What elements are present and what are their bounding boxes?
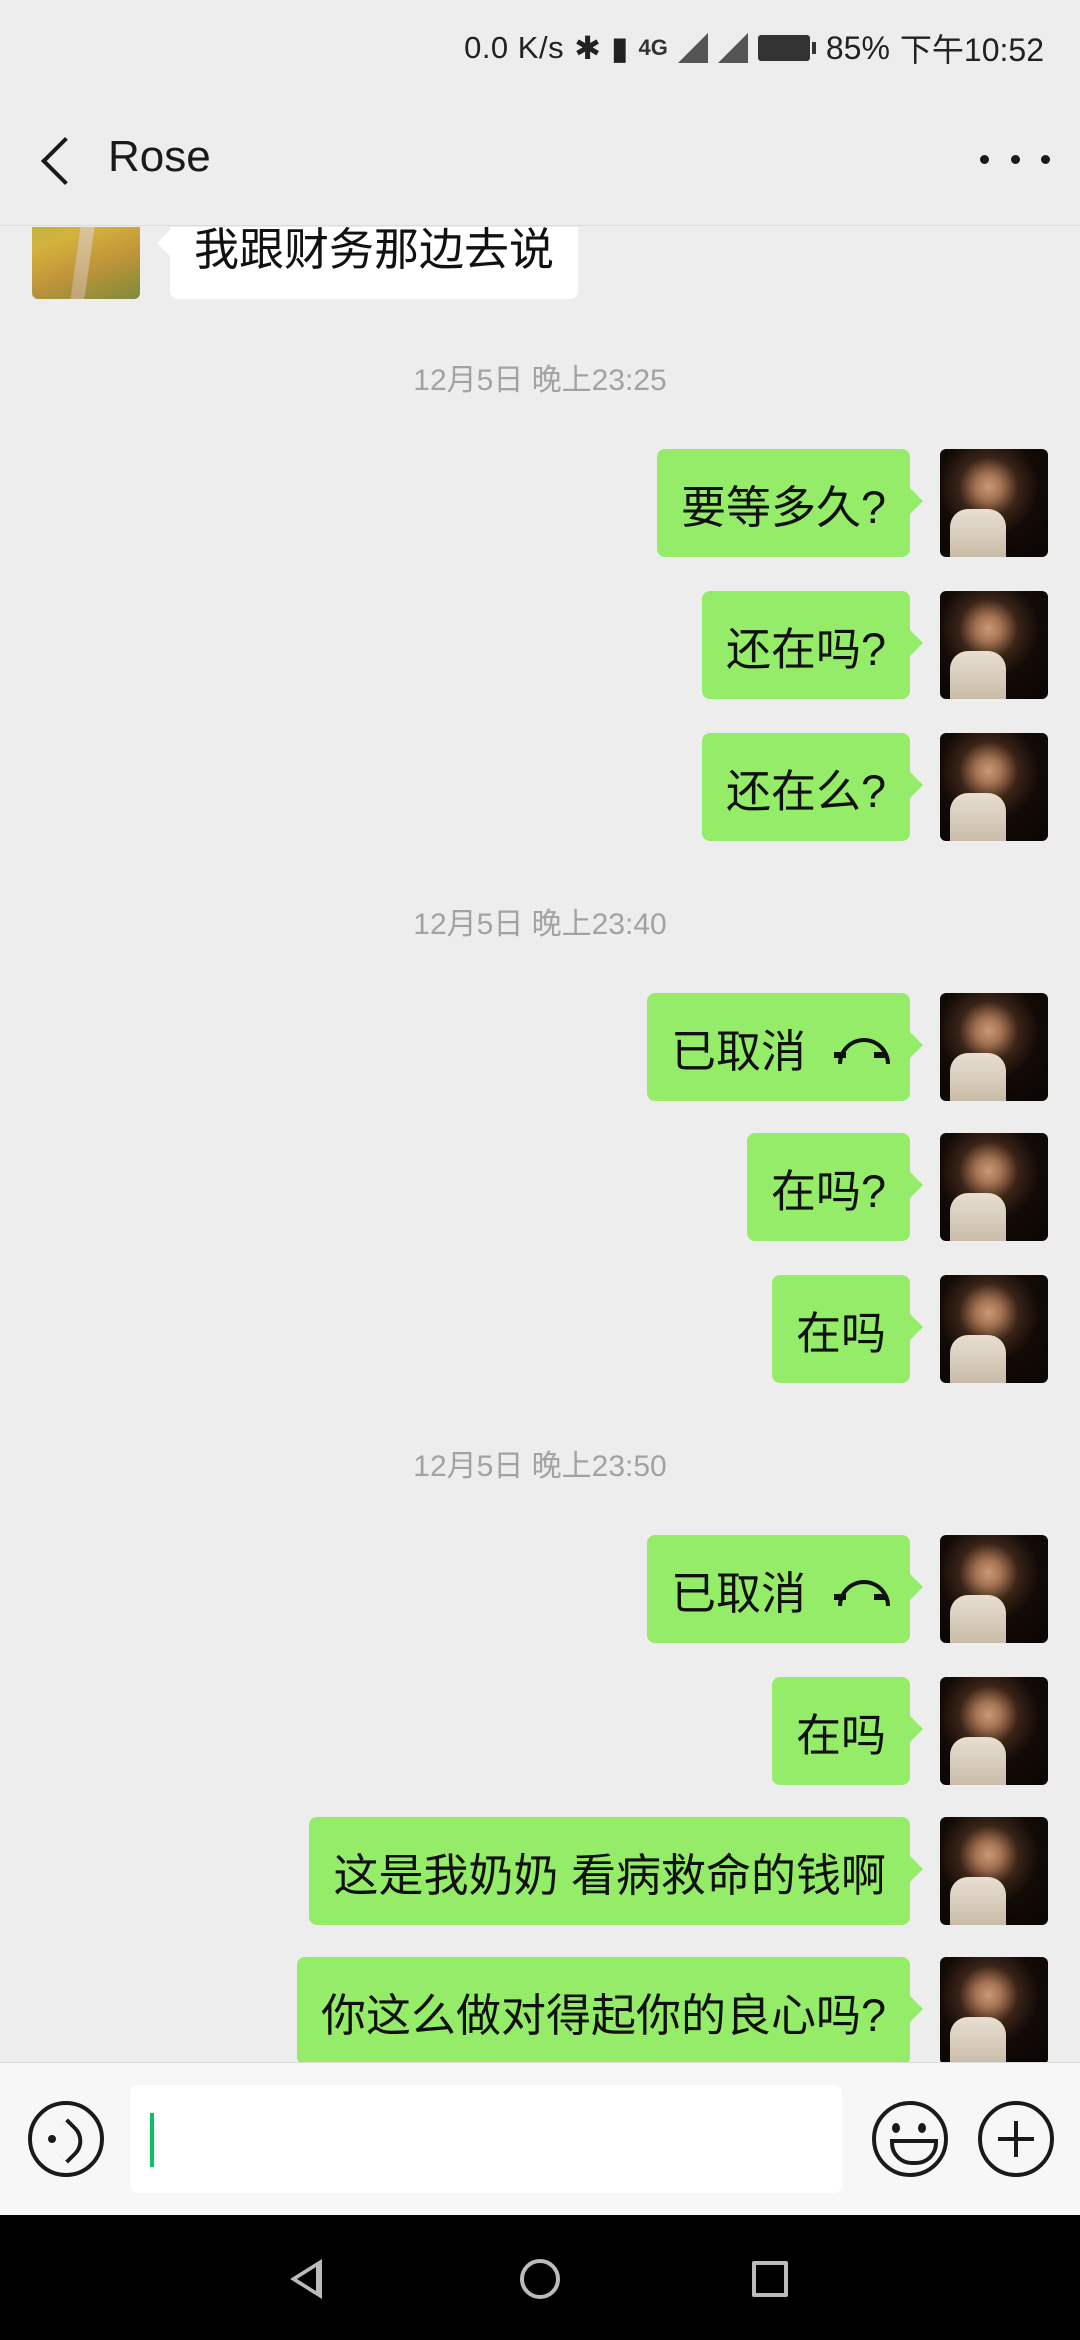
my-avatar[interactable] [940, 1957, 1048, 2062]
battery-level: 85% [825, 29, 890, 66]
vibrate-icon: ▮ [610, 30, 629, 66]
my-avatar[interactable] [940, 993, 1048, 1101]
outgoing-message[interactable]: 还在吗? [701, 591, 924, 699]
more-options-button[interactable] [980, 144, 1050, 174]
outgoing-message[interactable]: 在吗 [771, 1677, 924, 1785]
my-avatar[interactable] [940, 1133, 1048, 1241]
call-cancelled-message[interactable]: 已取消 [646, 993, 924, 1101]
phone-hangup-icon [834, 1034, 890, 1064]
incoming-message[interactable]: 我跟财务那边去说 [156, 227, 579, 299]
back-button[interactable] [30, 134, 80, 190]
my-avatar[interactable] [940, 591, 1048, 699]
outgoing-message[interactable]: 在吗? [746, 1133, 924, 1241]
timestamp: 12月5日 晚上23:25 [413, 364, 667, 397]
network-type: 4G [638, 35, 668, 60]
system-recents-icon[interactable] [752, 2261, 788, 2297]
timestamp: 12月5日 晚上23:40 [413, 908, 667, 941]
call-status-label: 已取消 [670, 1567, 806, 1619]
outgoing-message[interactable]: 要等多久? [656, 449, 924, 557]
phone-hangup-icon [834, 1576, 890, 1606]
contact-avatar[interactable] [32, 227, 140, 299]
system-home-icon[interactable] [520, 2259, 560, 2299]
call-cancelled-message[interactable]: 已取消 [646, 1535, 924, 1643]
input-bar [0, 2062, 1080, 2215]
my-avatar[interactable] [940, 733, 1048, 841]
clock: 下午10:52 [899, 32, 1044, 68]
my-avatar[interactable] [940, 449, 1048, 557]
status-bar: 0.0 K/s ✱ ▮ 4G 85% 下午10:52 [0, 0, 1080, 96]
chat-title: Rose [108, 132, 211, 181]
voice-icon[interactable] [28, 2101, 104, 2177]
my-avatar[interactable] [940, 1817, 1048, 1925]
call-status-label: 已取消 [670, 1025, 806, 1077]
more-dots-icon [980, 154, 989, 164]
timestamp: 12月5日 晚上23:50 [413, 1450, 667, 1483]
system-nav-bar [0, 2215, 1080, 2340]
message-input[interactable] [130, 2085, 842, 2193]
text-caret [150, 2113, 154, 2167]
bluetooth-icon: ✱ [574, 30, 601, 66]
outgoing-message[interactable]: 还在么? [701, 733, 924, 841]
battery-icon [757, 35, 816, 61]
signal-icon [677, 33, 708, 63]
outgoing-message[interactable]: 在吗 [771, 1275, 924, 1383]
chat-screen: 0.0 K/s ✱ ▮ 4G 85% 下午10:52 Rose 我跟财务那边去说… [0, 0, 1080, 2340]
system-back-icon[interactable] [290, 2259, 322, 2299]
message-list[interactable]: 我跟财务那边去说 12月5日 晚上23:25 要等多久? 还在吗? 还在么? 1… [0, 227, 1080, 2062]
plus-icon[interactable] [978, 2101, 1054, 2177]
outgoing-message[interactable]: 这是我奶奶 看病救命的钱啊 [309, 1817, 923, 1925]
my-avatar[interactable] [940, 1677, 1048, 1785]
net-speed: 0.0 K/s [464, 30, 565, 65]
status-indicators: 0.0 K/s ✱ ▮ 4G 85% 下午10:52 [464, 26, 1044, 70]
outgoing-message[interactable]: 你这么做对得起你的良心吗? [296, 1957, 924, 2062]
my-avatar[interactable] [940, 1275, 1048, 1383]
signal-icon-2 [717, 33, 748, 63]
chat-header: Rose [0, 96, 1080, 226]
emoji-icon[interactable] [872, 2101, 948, 2177]
my-avatar[interactable] [940, 1535, 1048, 1643]
